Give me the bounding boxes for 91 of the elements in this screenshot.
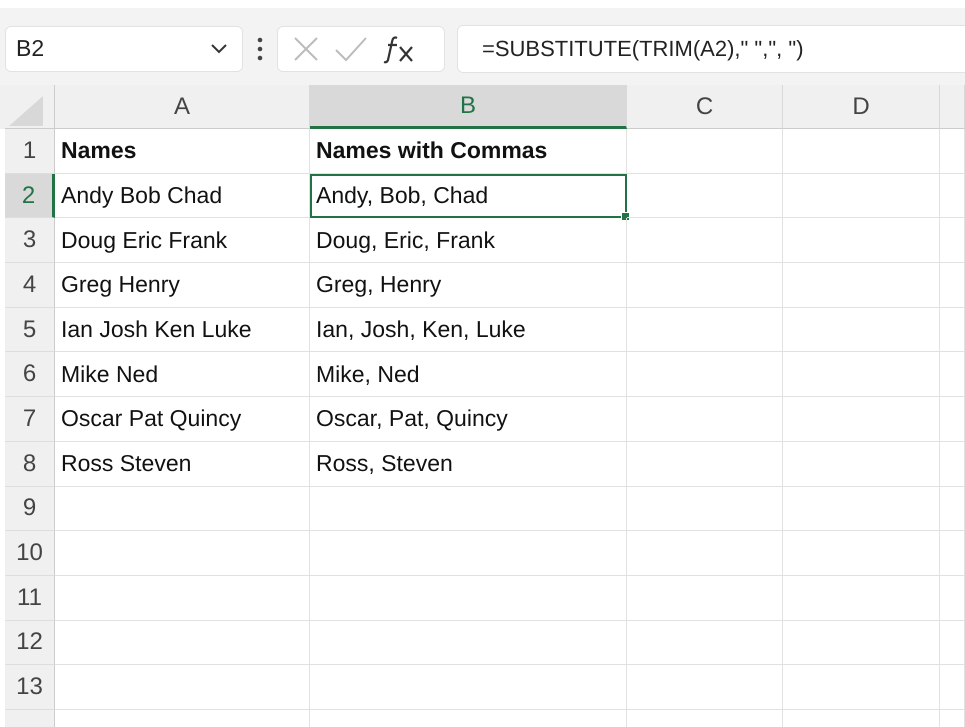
row-header[interactable]: 10 <box>5 531 55 576</box>
table-cell[interactable] <box>940 531 965 576</box>
table-cell[interactable] <box>940 442 965 486</box>
table-cell[interactable] <box>940 129 965 174</box>
column-header[interactable] <box>940 85 965 129</box>
row-header[interactable]: 5 <box>5 308 55 352</box>
table-cell[interactable]: Ian Josh Ken Luke <box>55 308 310 352</box>
row-header[interactable]: 1 <box>5 129 55 174</box>
select-all-corner[interactable] <box>5 85 55 129</box>
table-cell[interactable] <box>940 308 965 352</box>
table-cell[interactable] <box>627 174 783 218</box>
table-cell[interactable] <box>940 486 965 532</box>
table-cell[interactable] <box>55 486 310 532</box>
row-header[interactable]: 3 <box>5 218 55 264</box>
table-cell[interactable] <box>940 263 965 308</box>
table-cell[interactable] <box>55 531 310 576</box>
table-cell[interactable] <box>627 531 783 576</box>
table-cell[interactable] <box>627 308 783 352</box>
table-cell[interactable]: Andy Bob Chad <box>55 174 310 218</box>
table-cell[interactable] <box>310 531 627 576</box>
column-header[interactable]: B <box>310 85 627 129</box>
table-cell[interactable] <box>940 218 965 264</box>
table-cell[interactable] <box>310 576 627 621</box>
table-cell[interactable] <box>310 665 627 710</box>
table-cell[interactable] <box>940 576 965 621</box>
table-cell[interactable] <box>783 263 940 308</box>
table-cell[interactable] <box>940 665 965 710</box>
table-cell[interactable] <box>940 174 965 218</box>
table-cell[interactable]: Ross, Steven <box>310 442 627 486</box>
more-options-icon[interactable] <box>257 36 263 60</box>
table-cell[interactable] <box>310 620 627 666</box>
table-cell[interactable] <box>783 174 940 218</box>
cell-reference: B2 <box>16 35 44 62</box>
row-header[interactable]: 12 <box>5 620 55 666</box>
row-header[interactable]: 7 <box>5 397 55 442</box>
table-cell[interactable] <box>783 442 940 486</box>
table-cell[interactable] <box>783 665 940 710</box>
table-cell[interactable]: Doug, Eric, Frank <box>310 218 627 264</box>
row-header[interactable]: 8 <box>5 442 55 486</box>
table-cell[interactable]: Mike, Ned <box>310 352 627 398</box>
column-header[interactable]: C <box>627 85 783 129</box>
table-cell[interactable] <box>627 218 783 264</box>
table-cell[interactable] <box>783 218 940 264</box>
row-header[interactable]: 9 <box>5 486 55 532</box>
cancel-icon[interactable] <box>292 34 320 62</box>
table-cell[interactable]: Ross Steven <box>55 442 310 486</box>
table-cell[interactable]: Greg Henry <box>55 263 310 308</box>
table-cell[interactable] <box>783 308 940 352</box>
table-cell[interactable] <box>627 665 783 710</box>
table-cell[interactable] <box>55 620 310 666</box>
name-box[interactable]: B2 <box>5 26 243 72</box>
table-cell[interactable]: Greg, Henry <box>310 263 627 308</box>
table-cell[interactable] <box>783 129 940 174</box>
table-cell[interactable] <box>55 665 310 710</box>
formula-field[interactable]: =SUBSTITUTE(TRIM(A2)," ",", ") <box>457 24 965 72</box>
table-cell[interactable]: Andy, Bob, Chad <box>310 174 627 218</box>
table-cell[interactable]: Oscar, Pat, Quincy <box>310 397 627 442</box>
chevron-down-icon[interactable] <box>210 43 228 54</box>
table-cell[interactable] <box>783 352 940 398</box>
table-cell[interactable] <box>310 486 627 532</box>
table-cell[interactable] <box>627 352 783 398</box>
table-cell[interactable] <box>627 442 783 486</box>
table-cell[interactable] <box>783 620 940 666</box>
column-header[interactable]: D <box>783 85 940 129</box>
table-cell[interactable] <box>783 397 940 442</box>
table-cell[interactable] <box>940 620 965 666</box>
table-cell[interactable] <box>627 397 783 442</box>
table-cell[interactable]: Ian, Josh, Ken, Luke <box>310 308 627 352</box>
table-cell[interactable] <box>627 620 783 666</box>
table-cell[interactable] <box>627 263 783 308</box>
table-cell[interactable] <box>940 397 965 442</box>
table-cell[interactable]: Names with Commas <box>310 129 627 174</box>
table-cell[interactable] <box>55 576 310 621</box>
table-cell[interactable] <box>940 352 965 398</box>
table-cell[interactable] <box>783 486 940 532</box>
table-cell[interactable]: Mike Ned <box>55 352 310 398</box>
table-cell[interactable] <box>627 576 783 621</box>
table-cell[interactable] <box>783 531 940 576</box>
row-header[interactable]: 11 <box>5 576 55 621</box>
table-cell[interactable] <box>627 486 783 532</box>
table-cell[interactable]: Names <box>55 129 310 174</box>
row-header[interactable]: 6 <box>5 352 55 398</box>
table-cell[interactable]: Oscar Pat Quincy <box>55 397 310 442</box>
table-cell[interactable] <box>783 576 940 621</box>
function-icon[interactable] <box>382 34 416 64</box>
row-header[interactable]: 13 <box>5 665 55 710</box>
table-cell[interactable] <box>627 129 783 174</box>
table-cell[interactable]: Doug Eric Frank <box>55 218 310 264</box>
row-header[interactable]: 2 <box>5 174 55 218</box>
row-header[interactable]: 4 <box>5 263 55 308</box>
check-icon[interactable] <box>334 36 368 62</box>
